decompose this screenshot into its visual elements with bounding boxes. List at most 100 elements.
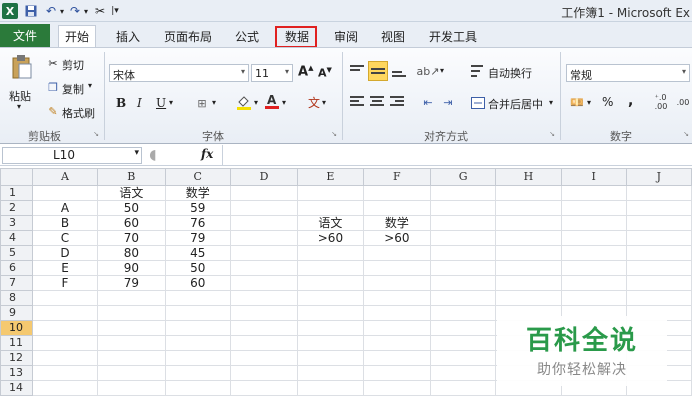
row-header-10[interactable]: 10 [0, 320, 33, 336]
column-header-j[interactable]: J [625, 168, 692, 186]
column-header-h[interactable]: H [495, 168, 562, 186]
percent-button[interactable]: % [602, 95, 613, 109]
cell-g5[interactable] [430, 245, 497, 261]
cell-h5[interactable] [495, 245, 562, 261]
qat-customize-icon[interactable]: |▾ [110, 3, 120, 19]
cell-e13[interactable] [297, 365, 364, 381]
cell-c13[interactable] [164, 365, 231, 381]
row-header-9[interactable]: 9 [0, 305, 33, 321]
row-header-5[interactable]: 5 [0, 245, 33, 261]
comma-button[interactable]: , [628, 93, 633, 109]
cell-d14[interactable] [229, 380, 299, 396]
cell-i7[interactable] [560, 275, 627, 291]
grow-font-button[interactable]: A▲ [298, 64, 313, 79]
number-launcher-icon[interactable]: ↘ [682, 129, 690, 139]
cell-e5[interactable] [297, 245, 364, 261]
cell-b8[interactable] [97, 290, 166, 306]
cell-f3[interactable]: 数学 [362, 215, 432, 231]
redo-dropdown-icon[interactable]: ▾ [82, 3, 90, 19]
cut-icon[interactable]: ✂ [46, 56, 60, 70]
cell-d10[interactable] [229, 320, 299, 336]
cell-a10[interactable] [31, 320, 99, 336]
column-header-g[interactable]: G [430, 168, 497, 186]
cell-c7[interactable]: 60 [164, 275, 231, 291]
cell-d11[interactable] [229, 335, 299, 351]
cell-j2[interactable] [625, 200, 692, 216]
cell-j7[interactable] [625, 275, 692, 291]
cell-i1[interactable] [560, 185, 627, 201]
align-center-icon[interactable] [369, 94, 385, 110]
tab-developer[interactable]: 开发工具 [423, 25, 483, 47]
cell-g6[interactable] [430, 260, 497, 276]
cell-g2[interactable] [430, 200, 497, 216]
format-painter-button[interactable]: 格式刷 [62, 105, 95, 121]
orientation-dropdown-icon[interactable]: ▾ [440, 66, 444, 75]
cell-b1[interactable]: 语文 [97, 185, 166, 201]
underline-icon[interactable]: U [156, 96, 166, 110]
row-header-6[interactable]: 6 [0, 260, 33, 276]
cell-b12[interactable] [97, 350, 166, 366]
cell-h2[interactable] [495, 200, 562, 216]
cell-a7[interactable]: F [31, 275, 99, 291]
cell-g4[interactable] [430, 230, 497, 246]
cell-e9[interactable] [297, 305, 364, 321]
cell-a5[interactable]: D [31, 245, 99, 261]
row-header-14[interactable]: 14 [0, 380, 33, 396]
cell-d6[interactable] [229, 260, 299, 276]
cell-e2[interactable] [297, 200, 364, 216]
cell-i4[interactable] [560, 230, 627, 246]
cell-a9[interactable] [31, 305, 99, 321]
cut-button[interactable]: 剪切 [62, 57, 84, 73]
cell-d1[interactable] [229, 185, 299, 201]
align-right-icon[interactable] [389, 94, 405, 110]
cell-g3[interactable] [430, 215, 497, 231]
wrap-text-icon[interactable] [470, 63, 486, 79]
cell-e3[interactable]: 语文 [297, 215, 364, 231]
cell-f14[interactable] [362, 380, 432, 396]
cell-d7[interactable] [229, 275, 299, 291]
cell-d8[interactable] [229, 290, 299, 306]
tab-home[interactable]: 开始 [58, 25, 97, 47]
font-color-icon[interactable]: A [264, 92, 280, 110]
cell-e4[interactable]: >60 [297, 230, 364, 246]
formula-input[interactable] [224, 147, 690, 164]
align-bottom-icon[interactable] [390, 62, 408, 80]
cell-b3[interactable]: 60 [97, 215, 166, 231]
align-left-icon[interactable] [349, 94, 365, 110]
cell-d5[interactable] [229, 245, 299, 261]
column-header-f[interactable]: F [362, 168, 432, 186]
cell-g8[interactable] [430, 290, 497, 306]
cell-h6[interactable] [495, 260, 562, 276]
merge-dropdown-icon[interactable]: ▾ [549, 98, 553, 107]
cell-a8[interactable] [31, 290, 99, 306]
cell-a14[interactable] [31, 380, 99, 396]
decrease-indent-icon[interactable]: ⇤ [420, 94, 436, 110]
cell-g10[interactable] [430, 320, 497, 336]
cell-h1[interactable] [495, 185, 562, 201]
cell-c4[interactable]: 79 [164, 230, 231, 246]
tab-page-layout[interactable]: 页面布局 [158, 25, 218, 47]
cell-d4[interactable] [229, 230, 299, 246]
cell-f4[interactable]: >60 [362, 230, 432, 246]
cell-i2[interactable] [560, 200, 627, 216]
italic-icon[interactable]: I [137, 96, 142, 110]
row-header-12[interactable]: 12 [0, 350, 33, 366]
row-header-11[interactable]: 11 [0, 335, 33, 351]
cell-c9[interactable] [164, 305, 231, 321]
decrease-decimal-icon[interactable]: .00 [674, 94, 692, 110]
copy-icon[interactable]: ❐ [46, 80, 60, 94]
cell-f5[interactable] [362, 245, 432, 261]
cell-j8[interactable] [625, 290, 692, 306]
cell-a3[interactable]: B [31, 215, 99, 231]
cell-e8[interactable] [297, 290, 364, 306]
cell-b10[interactable] [97, 320, 166, 336]
excel-logo-icon[interactable]: X [2, 3, 18, 19]
tab-formulas[interactable]: 公式 [229, 25, 265, 47]
shrink-font-button[interactable]: A▼ [318, 66, 332, 80]
cell-j1[interactable] [625, 185, 692, 201]
save-icon[interactable] [24, 3, 38, 19]
cell-h4[interactable] [495, 230, 562, 246]
cell-f11[interactable] [362, 335, 432, 351]
tab-review[interactable]: 审阅 [328, 25, 364, 47]
cell-c2[interactable]: 59 [164, 200, 231, 216]
